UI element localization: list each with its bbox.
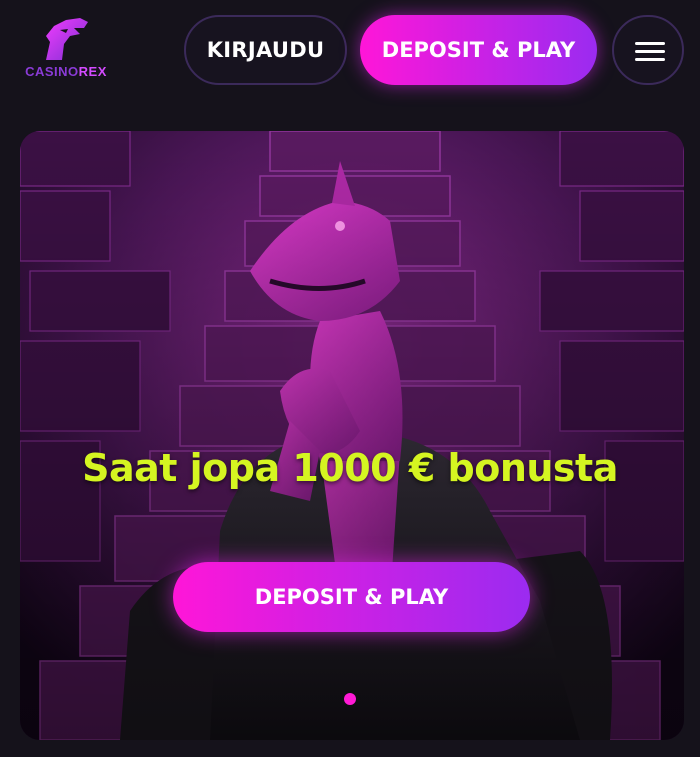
hero-background-image (20, 131, 684, 740)
hero-banner[interactable] (20, 131, 684, 740)
menu-button[interactable] (612, 15, 684, 85)
casinorex-logo[interactable]: CASINOREX (16, 16, 116, 84)
hamburger-menu-icon (614, 17, 686, 87)
header-deposit-play-button[interactable]: DEPOSIT & PLAY (360, 15, 597, 85)
dinosaur-logo-icon (46, 18, 88, 60)
carousel-dot-active[interactable] (344, 693, 356, 705)
carousel-pagination (0, 693, 700, 707)
site-header: CASINOREX KIRJAUDU DEPOSIT & PLAY (0, 0, 700, 100)
logo-wordmark: CASINOREX (25, 64, 107, 79)
promo-headline: Saat jopa 1000 € bonusta (82, 446, 618, 490)
hero-deposit-play-button[interactable]: DEPOSIT & PLAY (173, 562, 530, 632)
login-button[interactable]: KIRJAUDU (184, 15, 347, 85)
